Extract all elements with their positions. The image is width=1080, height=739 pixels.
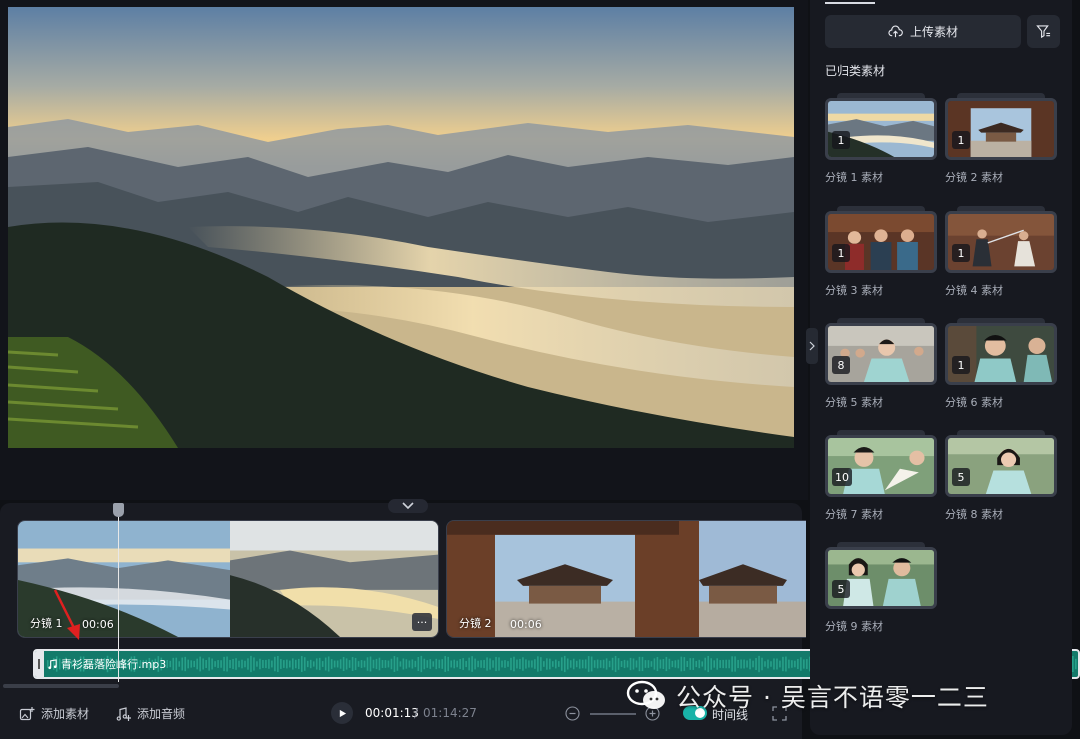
play-button[interactable] [331, 702, 353, 724]
asset-thumbnail[interactable] [825, 211, 937, 273]
asset-label: 分镜 6 素材 [945, 396, 1003, 409]
asset-stack: 5 [945, 430, 1057, 502]
classified-assets-title: 已归类素材 [825, 64, 886, 78]
clip-2-duration: 00:06 [510, 618, 542, 631]
add-asset-label: 添加素材 [41, 707, 90, 721]
playhead-line [118, 512, 119, 682]
asset-count-badge: 1 [952, 356, 970, 374]
active-tab-indicator [825, 2, 875, 4]
clip-1-duration: 00:06 [82, 618, 114, 631]
watermark: 公众号 · 吴言不语零一二三 [626, 678, 989, 714]
asset-count-badge: 8 [832, 356, 850, 374]
preview-area [0, 0, 808, 500]
asset-stack: 10 [825, 430, 937, 502]
add-audio-label: 添加音频 [137, 707, 186, 721]
time-separator: / [414, 706, 419, 720]
asset-thumbnail[interactable] [945, 211, 1057, 273]
annotation-arrow-icon [53, 589, 80, 640]
upload-asset-label: 上传素材 [909, 25, 958, 39]
play-icon [339, 709, 346, 717]
playhead-handle[interactable] [113, 503, 124, 517]
asset-label: 分镜 1 素材 [825, 171, 883, 184]
asset-label: 分镜 2 素材 [945, 171, 1003, 184]
asset-label: 分镜 5 素材 [825, 396, 883, 409]
asset-thumbnail[interactable] [945, 435, 1057, 497]
timeline-collapse-button[interactable] [388, 499, 428, 513]
filter-button[interactable] [1027, 15, 1060, 48]
music-note-icon [48, 658, 57, 669]
asset-count-badge: 1 [952, 244, 970, 262]
zoom-out-icon[interactable] [565, 706, 580, 721]
add-audio-button[interactable]: 添加音频 [115, 705, 185, 722]
current-time: 00:01:13 [365, 706, 419, 720]
asset-count-badge: 5 [952, 468, 970, 486]
clip-2-name: 分镜 2 [459, 617, 492, 630]
asset-thumbnail[interactable] [825, 547, 937, 609]
asset-thumbnail[interactable] [945, 323, 1057, 385]
clip-more-button[interactable]: ··· [412, 613, 432, 631]
side-panel-collapse-button[interactable] [806, 328, 818, 364]
total-time: 01:14:27 [423, 706, 477, 720]
asset-count-badge: 1 [952, 131, 970, 149]
preview-mountain-scene [8, 7, 794, 448]
asset-count-badge: 1 [832, 131, 850, 149]
chevron-down-icon [402, 502, 414, 510]
asset-label: 分镜 9 素材 [825, 620, 883, 633]
asset-thumbnail[interactable] [825, 435, 937, 497]
cloud-upload-icon [888, 25, 903, 38]
asset-thumbnail[interactable] [825, 98, 937, 160]
add-asset-icon [19, 706, 35, 720]
audio-filename: 青衫磊落险峰行.mp3 [61, 658, 167, 671]
asset-count-badge: 10 [832, 468, 852, 486]
chevron-right-icon [809, 341, 815, 351]
filter-icon [1036, 25, 1051, 39]
asset-stack: 5 [825, 542, 937, 614]
asset-thumbnail[interactable] [825, 323, 937, 385]
add-audio-icon [116, 706, 131, 721]
asset-label: 分镜 4 素材 [945, 284, 1003, 297]
wechat-logo-icon [626, 680, 665, 709]
asset-label: 分镜 3 素材 [825, 284, 883, 297]
timeline-scrollbar[interactable] [3, 684, 119, 688]
asset-stack: 8 [825, 318, 937, 390]
audio-trim-handle[interactable] [35, 651, 44, 677]
add-asset-button[interactable]: 添加素材 [19, 705, 89, 722]
asset-stack: 1 [825, 206, 937, 278]
asset-stack: 1 [945, 318, 1057, 390]
asset-stack: 1 [825, 93, 937, 165]
upload-asset-button[interactable]: 上传素材 [825, 15, 1021, 48]
asset-thumbnail[interactable] [945, 98, 1057, 160]
asset-label: 分镜 8 素材 [945, 508, 1003, 521]
asset-count-badge: 1 [832, 244, 850, 262]
clip-2-thumb-b [679, 521, 806, 637]
asset-stack: 1 [945, 206, 1057, 278]
asset-stack: 1 [945, 93, 1057, 165]
asset-count-badge: 5 [832, 580, 850, 598]
asset-label: 分镜 7 素材 [825, 508, 883, 521]
timeline-clip-2[interactable]: 分镜 2 00:06 [446, 520, 806, 638]
preview-frame[interactable] [8, 7, 794, 448]
watermark-text: 公众号 · 吴言不语零一二三 [676, 683, 989, 712]
clip-1-thumb-b [230, 521, 438, 637]
